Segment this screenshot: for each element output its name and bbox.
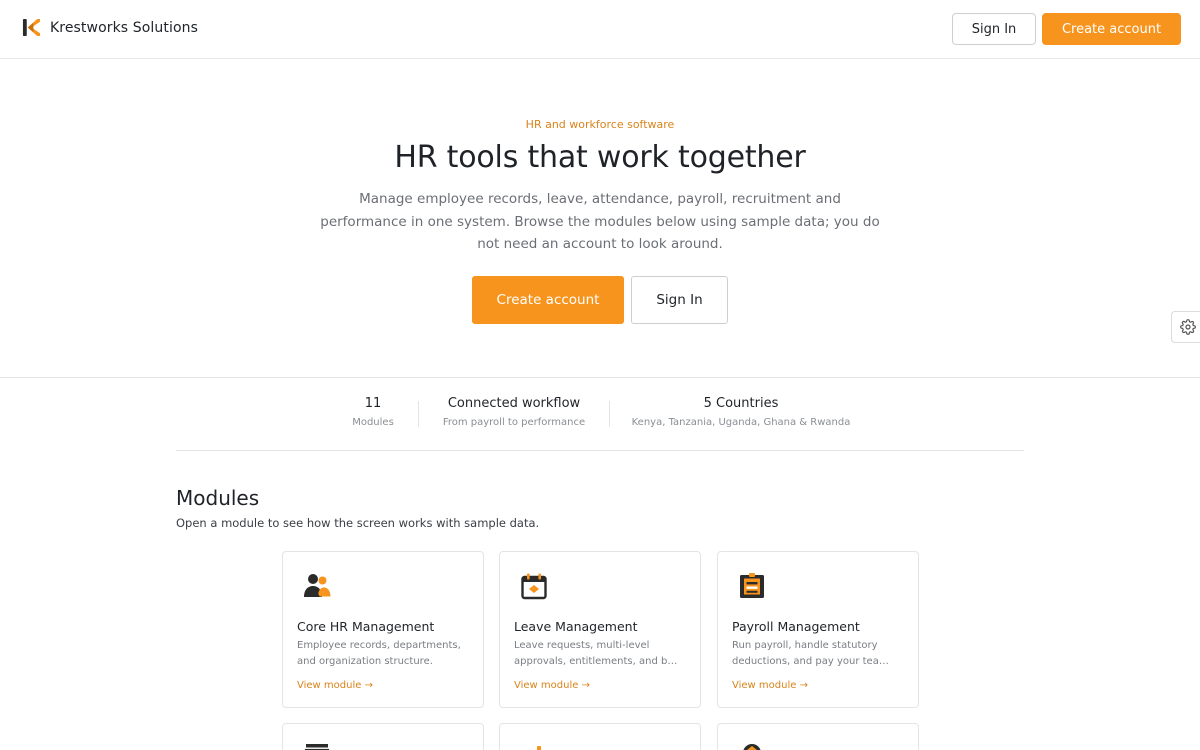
module-card[interactable] [499,723,701,750]
module-card-description: Employee records, departments, and organ… [297,640,461,667]
stat-workflow: Connected workflow From payroll to perfo… [420,396,608,429]
hero-create-account-button[interactable]: Create account [472,276,624,324]
view-module-link[interactable]: View module → [732,680,808,691]
stat-countries: 5 Countries Kenya, Tanzania, Uganda, Gha… [612,396,870,429]
stat-value: 5 Countries [703,396,779,411]
settings-widget-button[interactable] [1171,311,1200,343]
hero-description: Manage employee records, leave, attendan… [320,191,880,252]
module-card[interactable] [282,723,484,750]
hero-divider [0,377,1200,378]
stat-modules: 11 Modules [330,396,416,429]
view-module-link[interactable]: View module → [514,680,590,691]
view-module-link[interactable]: View module → [297,680,373,691]
hero-title: HR tools that work together [394,140,806,175]
stat-label: Modules [352,417,394,428]
gear-icon [1179,319,1196,335]
hero-eyebrow: HR and workforce software [525,118,675,131]
stat-label: From payroll to performance [442,417,586,428]
stat-divider [609,401,610,427]
user-badge-icon [518,742,550,750]
krestworks-logo-icon [22,18,41,37]
people-icon [301,570,333,602]
performance-icon [736,742,768,750]
stat-label: Kenya, Tanzania, Uganda, Ghana & Rwanda [631,417,851,428]
module-card-core-hr[interactable]: Core HR Management Employee records, dep… [282,551,484,708]
header-create-account-button[interactable]: Create account [1042,13,1181,45]
module-card-title: Leave Management [514,619,638,634]
module-card-description: Leave requests, multi-level approvals, e… [514,640,678,667]
document-icon [301,742,333,750]
stat-value: Connected workflow [447,396,581,411]
calendar-icon [518,570,550,602]
module-card-payroll[interactable]: Payroll Management Run payroll, handle s… [717,551,919,708]
top-navbar: Krestworks Solutions Sign In Create acco… [0,0,1200,59]
module-card[interactable] [717,723,919,750]
stat-divider [418,401,419,427]
hero-sign-in-button[interactable]: Sign In [631,276,728,324]
module-card-leave[interactable]: Leave Management Leave requests, multi-l… [499,551,701,708]
modules-title: Modules [176,486,260,510]
brand[interactable]: Krestworks Solutions [22,18,198,37]
brand-name: Krestworks Solutions [50,19,198,36]
module-card-description: Run payroll, handle statutory deductions… [732,640,889,667]
stat-value: 11 [364,396,382,411]
payroll-icon [736,570,768,602]
modules-subtitle: Open a module to see how the screen work… [176,516,540,530]
module-card-title: Core HR Management [297,619,435,634]
module-card-title: Payroll Management [732,619,860,634]
stats-divider [176,450,1024,451]
header-sign-in-button[interactable]: Sign In [952,13,1036,45]
